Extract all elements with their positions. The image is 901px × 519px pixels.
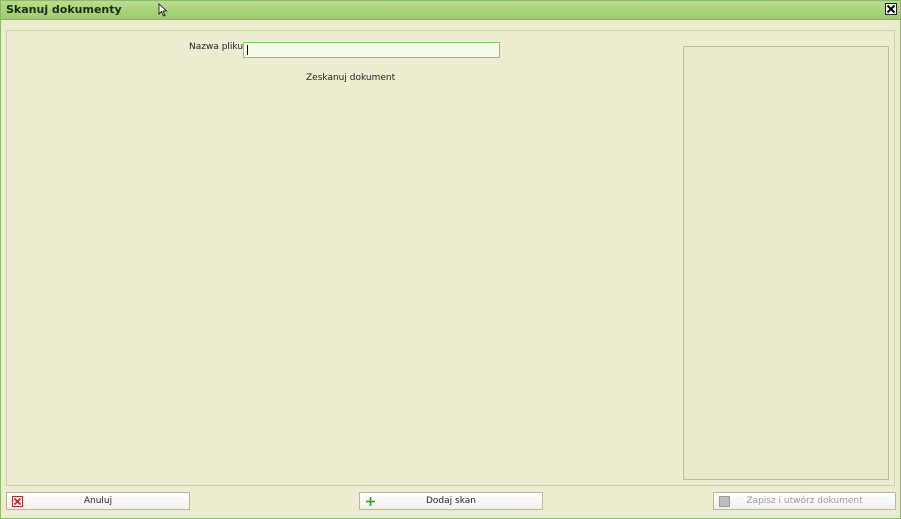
- cancel-button-label: Anuluj: [83, 496, 113, 506]
- cancel-button[interactable]: Anuluj: [6, 492, 190, 510]
- scan-preview-panel: [683, 46, 889, 480]
- scan-document-link[interactable]: Zeskanuj dokument: [306, 73, 395, 83]
- mouse-cursor-icon: [158, 3, 168, 17]
- save-and-create-button[interactable]: Zapisz i utwórz dokument: [713, 492, 896, 510]
- add-scan-button[interactable]: Dodaj skan: [359, 492, 543, 510]
- save-icon: [719, 496, 730, 507]
- plus-icon: [366, 497, 375, 506]
- close-icon: [886, 4, 896, 14]
- cancel-x-icon: [12, 496, 23, 507]
- scan-dialog: Skanuj dokumenty Nazwa pliku: Zeskanuj d…: [0, 0, 901, 519]
- text-caret: [247, 45, 248, 55]
- title-bar[interactable]: Skanuj dokumenty: [1, 1, 900, 20]
- dialog-title: Skanuj dokumenty: [6, 3, 122, 16]
- add-scan-button-label: Dodaj skan: [426, 496, 476, 506]
- save-and-create-button-label: Zapisz i utwórz dokument: [746, 496, 863, 506]
- close-button[interactable]: [885, 3, 897, 15]
- filename-label: Nazwa pliku:: [189, 42, 247, 52]
- filename-input[interactable]: [243, 42, 500, 58]
